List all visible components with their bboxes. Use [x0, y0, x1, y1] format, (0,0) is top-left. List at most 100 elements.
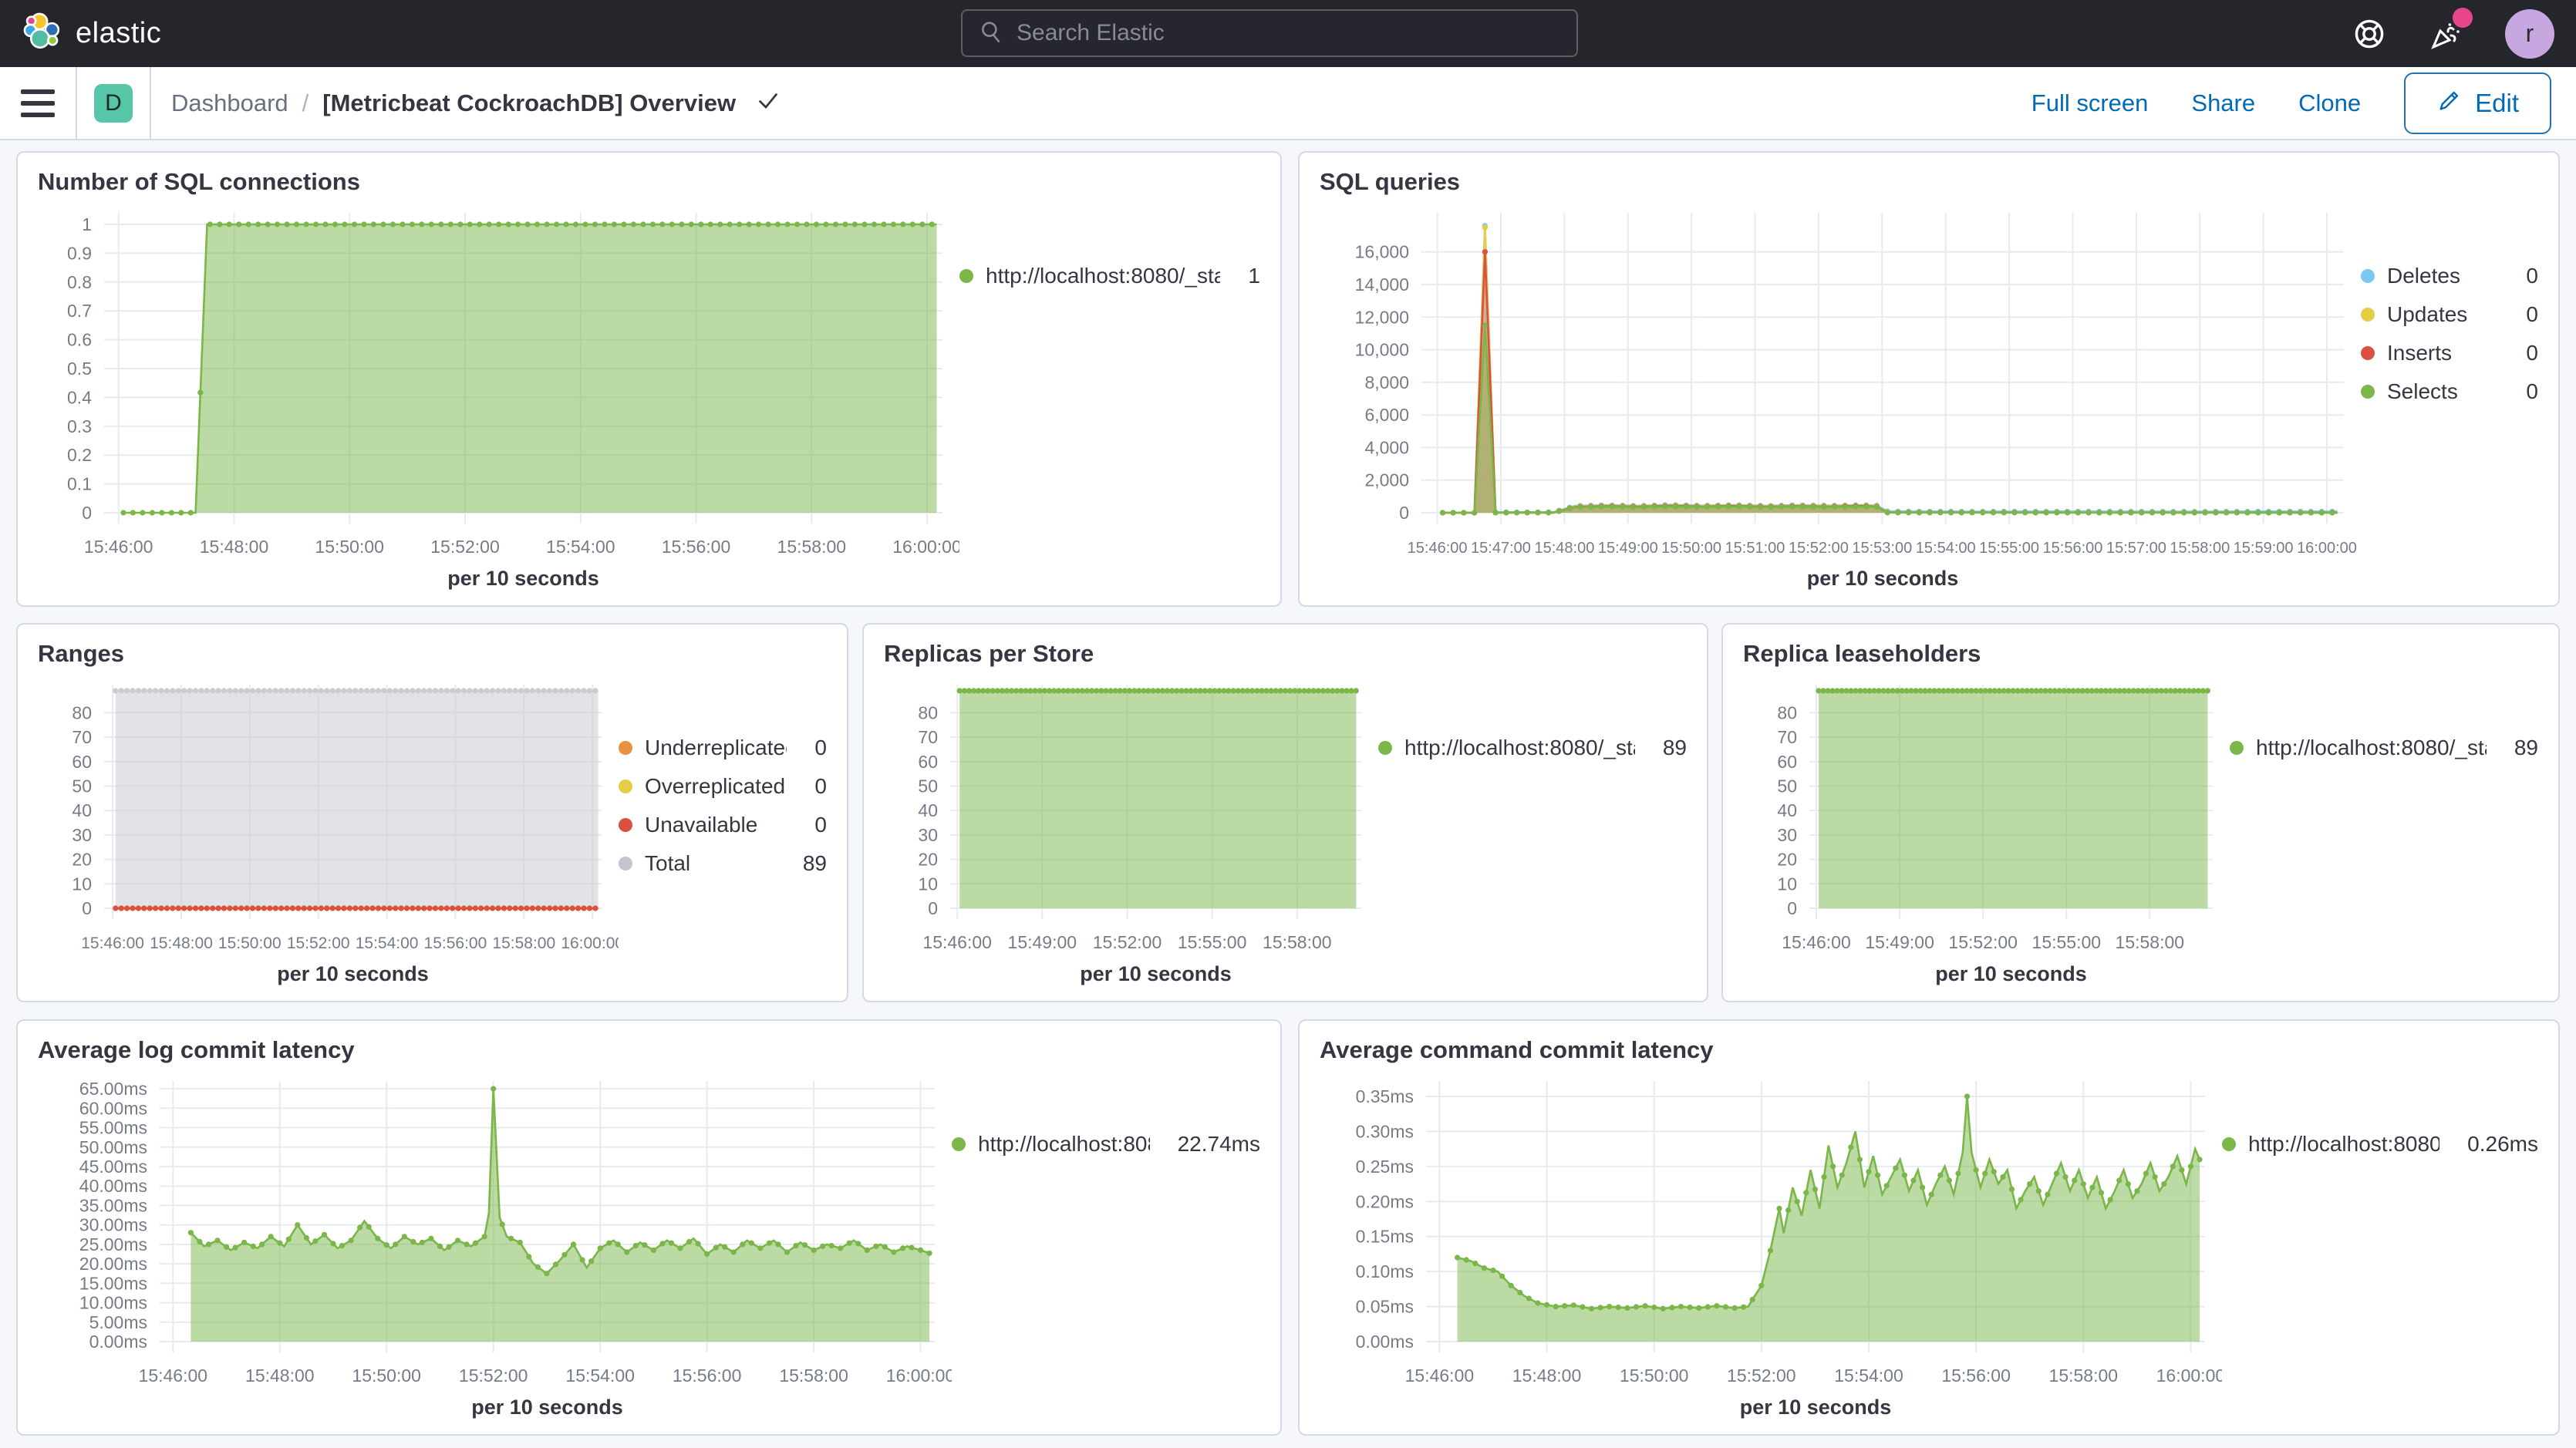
- legend-label: http://localhost:8080...: [2248, 1132, 2439, 1157]
- svg-text:20: 20: [918, 850, 938, 870]
- legend-item[interactable]: Deletes0: [2361, 264, 2538, 288]
- x-axis-labels: 15:46:0015:49:0015:52:0015:55:0015:58:00: [922, 932, 1331, 952]
- y-axis-labels: 0.00ms0.05ms0.10ms0.15ms0.20ms0.25ms0.30…: [1356, 1086, 1414, 1352]
- legend-item[interactable]: http://localhost:8080/_stat...1: [959, 264, 1260, 288]
- svg-text:0.3: 0.3: [67, 416, 92, 436]
- elastic-logo-text: elastic: [76, 17, 161, 50]
- x-axis-title: per 10 seconds: [277, 962, 429, 985]
- svg-text:15:46:00: 15:46:00: [1405, 1365, 1475, 1386]
- clone-button[interactable]: Clone: [2298, 89, 2361, 117]
- legend-label: Inserts: [2387, 341, 2452, 365]
- x-axis-labels: 15:46:0015:48:0015:50:0015:52:0015:54:00…: [81, 934, 619, 952]
- legend-item[interactable]: http://localhost:8080...0.26ms: [2222, 1132, 2538, 1157]
- legend-item[interactable]: Unavailable0: [619, 813, 827, 837]
- svg-text:15:46:00: 15:46:00: [1782, 932, 1851, 952]
- hamburger-icon: [21, 89, 55, 94]
- svg-text:15:53:00: 15:53:00: [1852, 540, 1912, 557]
- y-axis-labels: 00.10.20.30.40.50.60.70.80.91: [67, 214, 92, 523]
- x-axis-labels: 15:46:0015:48:0015:50:0015:52:0015:54:00…: [1405, 1365, 2222, 1386]
- svg-text:15:46:00: 15:46:00: [139, 1365, 208, 1386]
- panel-sql-queries: SQL queries 02,0004,0006,0008,00010,0001…: [1298, 151, 2560, 607]
- series-unavailable: [113, 905, 598, 911]
- svg-text:15:52:00: 15:52:00: [459, 1365, 528, 1386]
- legend-value: 0: [799, 774, 827, 799]
- svg-text:30.00ms: 30.00ms: [79, 1215, 147, 1235]
- edit-button[interactable]: Edit: [2404, 72, 2551, 134]
- legend-dot: [2230, 741, 2244, 755]
- svg-text:60.00ms: 60.00ms: [79, 1098, 147, 1118]
- svg-text:15:48:00: 15:48:00: [150, 934, 213, 952]
- svg-text:2,000: 2,000: [1364, 470, 1409, 490]
- search-input[interactable]: [1017, 20, 1561, 46]
- legend-dot: [619, 780, 632, 793]
- svg-text:15:46:00: 15:46:00: [81, 934, 144, 952]
- legend-item[interactable]: Updates0: [2361, 302, 2538, 327]
- svg-text:20.00ms: 20.00ms: [79, 1254, 147, 1274]
- legend-value: 22.74ms: [1162, 1132, 1260, 1157]
- share-button[interactable]: Share: [2191, 89, 2255, 117]
- panel-title: Average log commit latency: [38, 1036, 1260, 1064]
- x-axis-labels: 15:46:0015:49:0015:52:0015:55:0015:58:00: [1782, 932, 2184, 952]
- svg-text:15:58:00: 15:58:00: [1263, 932, 1332, 952]
- legend-label: Updates: [2387, 302, 2467, 327]
- legend-value: 89: [787, 851, 827, 876]
- svg-text:80: 80: [1777, 702, 1797, 722]
- elastic-logo[interactable]: elastic: [0, 12, 161, 56]
- global-search[interactable]: [961, 9, 1578, 57]
- x-axis-title: per 10 seconds: [471, 1396, 623, 1419]
- legend-item[interactable]: http://localhost:8080/_sta...89: [2230, 736, 2538, 760]
- elastic-logo-icon: [23, 12, 63, 56]
- panel-title: Replica leaseholders: [1743, 640, 2538, 668]
- y-axis-labels: 0.00ms5.00ms10.00ms15.00ms20.00ms25.00ms…: [79, 1079, 147, 1352]
- help-icon[interactable]: [2351, 15, 2388, 52]
- legend-value: 89: [2499, 736, 2538, 760]
- nav-right: r: [2351, 0, 2576, 67]
- breadcrumb-dashboard[interactable]: Dashboard: [171, 89, 288, 117]
- legend-item[interactable]: Overreplicated0: [619, 774, 827, 799]
- svg-text:0.20ms: 0.20ms: [1356, 1191, 1414, 1211]
- user-avatar[interactable]: r: [2505, 9, 2554, 59]
- legend-item[interactable]: Underreplicated0: [619, 736, 827, 760]
- fullscreen-button[interactable]: Full screen: [2031, 89, 2149, 117]
- legend-item[interactable]: Selects0: [2361, 379, 2538, 404]
- chart-svg: 00.10.20.30.40.50.60.70.80.9115:46:0015:…: [38, 196, 959, 590]
- chart-legend: http://localhost:8080...0.26ms: [2222, 1064, 2538, 1419]
- x-axis-title: per 10 seconds: [1740, 1396, 1892, 1419]
- dashboard-badge[interactable]: D: [94, 84, 133, 123]
- svg-text:15:50:00: 15:50:00: [218, 934, 282, 952]
- svg-text:15.00ms: 15.00ms: [79, 1273, 147, 1293]
- svg-text:10: 10: [72, 874, 92, 894]
- legend-item[interactable]: Total89: [619, 851, 827, 876]
- svg-text:16:00:00: 16:00:00: [892, 537, 959, 557]
- panel-title: Number of SQL connections: [38, 168, 1260, 196]
- svg-text:60: 60: [918, 752, 938, 772]
- legend-item[interactable]: http://localhost:8080/_sta...89: [1378, 736, 1687, 760]
- svg-text:15:48:00: 15:48:00: [1512, 1365, 1582, 1386]
- panel-ranges: Ranges 0102030405060708015:46:0015:48:00…: [16, 623, 848, 1002]
- svg-text:15:52:00: 15:52:00: [1789, 540, 1849, 557]
- series-connections: [120, 221, 936, 515]
- chart-legend: http://localhost:8080/_sta...89: [1378, 668, 1687, 985]
- svg-text:12,000: 12,000: [1355, 307, 1409, 327]
- svg-text:15:56:00: 15:56:00: [673, 1365, 742, 1386]
- legend-label: Deletes: [2387, 264, 2460, 288]
- svg-text:15:54:00: 15:54:00: [546, 537, 615, 557]
- news-icon[interactable]: [2428, 15, 2465, 52]
- svg-text:0.4: 0.4: [67, 387, 92, 407]
- chart-ranges: 0102030405060708015:46:0015:48:0015:50:0…: [38, 668, 619, 985]
- legend-label: http://localhost:808...: [978, 1132, 1150, 1157]
- search-icon: [978, 19, 1004, 49]
- panel-title: SQL queries: [1320, 168, 2538, 196]
- svg-text:30: 30: [918, 825, 938, 845]
- breadcrumb-separator: /: [302, 89, 309, 117]
- svg-text:10,000: 10,000: [1355, 340, 1409, 360]
- panel-replica-leaseholders: Replica leaseholders 0102030405060708015…: [1721, 623, 2560, 1002]
- svg-text:0.30ms: 0.30ms: [1356, 1121, 1414, 1141]
- legend-item[interactable]: Inserts0: [2361, 341, 2538, 365]
- menu-button[interactable]: [0, 67, 77, 139]
- svg-text:15:58:00: 15:58:00: [2049, 1365, 2119, 1386]
- svg-text:16:00:00: 16:00:00: [2297, 540, 2357, 557]
- svg-text:50.00ms: 50.00ms: [79, 1137, 147, 1157]
- series-replicas: [957, 688, 1359, 908]
- legend-item[interactable]: http://localhost:808... 22.74ms: [952, 1132, 1260, 1157]
